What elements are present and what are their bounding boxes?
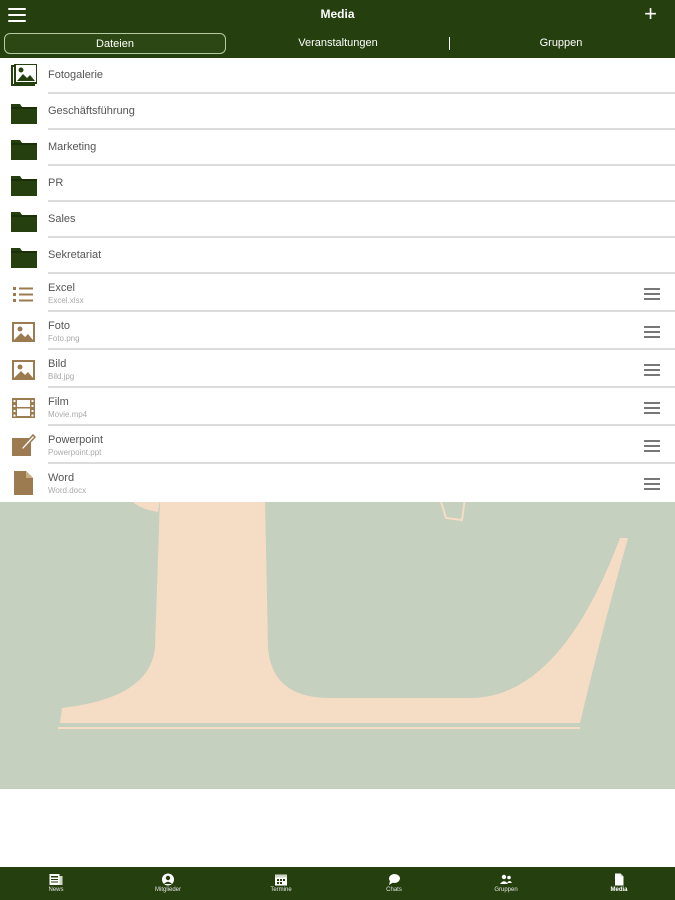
file-title: Powerpoint xyxy=(48,434,104,446)
group-icon xyxy=(500,874,512,884)
row-menu-icon[interactable] xyxy=(644,288,660,300)
file-title: Bild xyxy=(48,358,67,370)
folder-icon xyxy=(11,101,37,125)
folder-label: Geschäftsführung xyxy=(48,105,135,117)
row-menu-icon[interactable] xyxy=(644,326,660,338)
file-name: Excel.xlsx xyxy=(48,296,84,305)
file-name: Powerpoint.ppt xyxy=(48,448,102,457)
file-name: Foto.png xyxy=(48,334,80,343)
row-menu-icon[interactable] xyxy=(644,364,660,376)
chat-icon xyxy=(389,874,400,885)
list-item-file[interactable]: Film Movie.mp4 xyxy=(0,388,675,426)
list-item-folder[interactable]: Geschäftsführung xyxy=(0,94,675,130)
tab-divider xyxy=(449,37,450,50)
list-item-file[interactable]: Word Word.docx xyxy=(0,464,675,502)
nav-gruppen[interactable]: Gruppen xyxy=(450,867,562,900)
list-item-folder[interactable]: Sales xyxy=(0,202,675,238)
segmented-tabs: Dateien Veranstaltungen Gruppen xyxy=(0,33,675,55)
folder-label: Marketing xyxy=(48,141,97,153)
edit-icon xyxy=(11,433,37,457)
photo-gallery-icon xyxy=(11,63,38,88)
nav-news[interactable]: News xyxy=(0,867,112,900)
add-button[interactable]: + xyxy=(644,2,657,26)
row-menu-icon[interactable] xyxy=(644,440,660,452)
row-menu-icon[interactable] xyxy=(644,478,660,490)
news-icon xyxy=(49,874,63,885)
file-title: Word xyxy=(48,472,75,484)
member-icon xyxy=(162,873,174,886)
nav-mitglieder[interactable]: Mitglieder xyxy=(112,867,224,900)
image-icon xyxy=(11,320,37,344)
media-file-icon xyxy=(615,873,624,886)
list-item-file[interactable]: Foto Foto.png xyxy=(0,312,675,350)
page-title: Media xyxy=(320,7,355,21)
tab-gruppen[interactable]: Gruppen xyxy=(451,33,671,54)
list-item-file[interactable]: Bild Bild.jpg xyxy=(0,350,675,388)
nav-label: Termine xyxy=(270,887,292,893)
file-name: Movie.mp4 xyxy=(48,410,88,419)
list-item-folder[interactable]: Sekretariat xyxy=(0,238,675,274)
image-icon xyxy=(11,358,37,382)
list-item-file[interactable]: Powerpoint Powerpoint.ppt xyxy=(0,426,675,464)
list-item-folder[interactable]: PR xyxy=(0,166,675,202)
list-item-file[interactable]: Excel Excel.xlsx xyxy=(0,274,675,312)
nav-termine[interactable]: Termine xyxy=(225,867,337,900)
top-app-bar: Media + Dateien Veranstaltungen Gruppen xyxy=(0,0,675,58)
folder-icon xyxy=(11,245,37,269)
nav-chats[interactable]: Chats xyxy=(338,867,450,900)
file-name: Word.docx xyxy=(48,486,87,495)
list-icon xyxy=(11,283,37,307)
file-name: Bild.jpg xyxy=(48,372,75,381)
nav-label: Chats xyxy=(386,887,402,893)
bottom-navigation: News Mitglieder Termine Chats Gruppen Me… xyxy=(0,867,675,900)
folder-label: Sales xyxy=(48,213,76,225)
folder-icon xyxy=(11,173,37,197)
background-watermark xyxy=(0,498,675,789)
folder-label: PR xyxy=(48,177,64,189)
document-icon xyxy=(11,471,37,495)
watermark-letter-l xyxy=(58,498,628,729)
film-icon xyxy=(11,396,37,420)
list-item-folder[interactable]: Marketing xyxy=(0,130,675,166)
nav-label: Mitglieder xyxy=(154,887,181,893)
file-title: Film xyxy=(48,396,69,408)
media-list: Fotogalerie Geschäftsführung Marketing P… xyxy=(0,58,675,502)
nav-label: News xyxy=(48,887,64,893)
row-menu-icon[interactable] xyxy=(644,402,660,414)
tab-veranstaltungen[interactable]: Veranstaltungen xyxy=(228,33,448,54)
nav-label: Media xyxy=(610,887,628,893)
tab-dateien[interactable]: Dateien xyxy=(4,33,226,54)
file-title: Excel xyxy=(48,282,75,294)
nav-media[interactable]: Media xyxy=(563,867,675,900)
folder-label: Sekretariat xyxy=(48,249,102,261)
folder-icon xyxy=(11,137,37,161)
calendar-icon xyxy=(275,874,287,886)
nav-label: Gruppen xyxy=(494,887,518,893)
list-item-folder[interactable]: Fotogalerie xyxy=(0,58,675,94)
folder-icon xyxy=(11,209,37,233)
folder-label: Fotogalerie xyxy=(48,69,104,81)
file-title: Foto xyxy=(48,320,71,332)
